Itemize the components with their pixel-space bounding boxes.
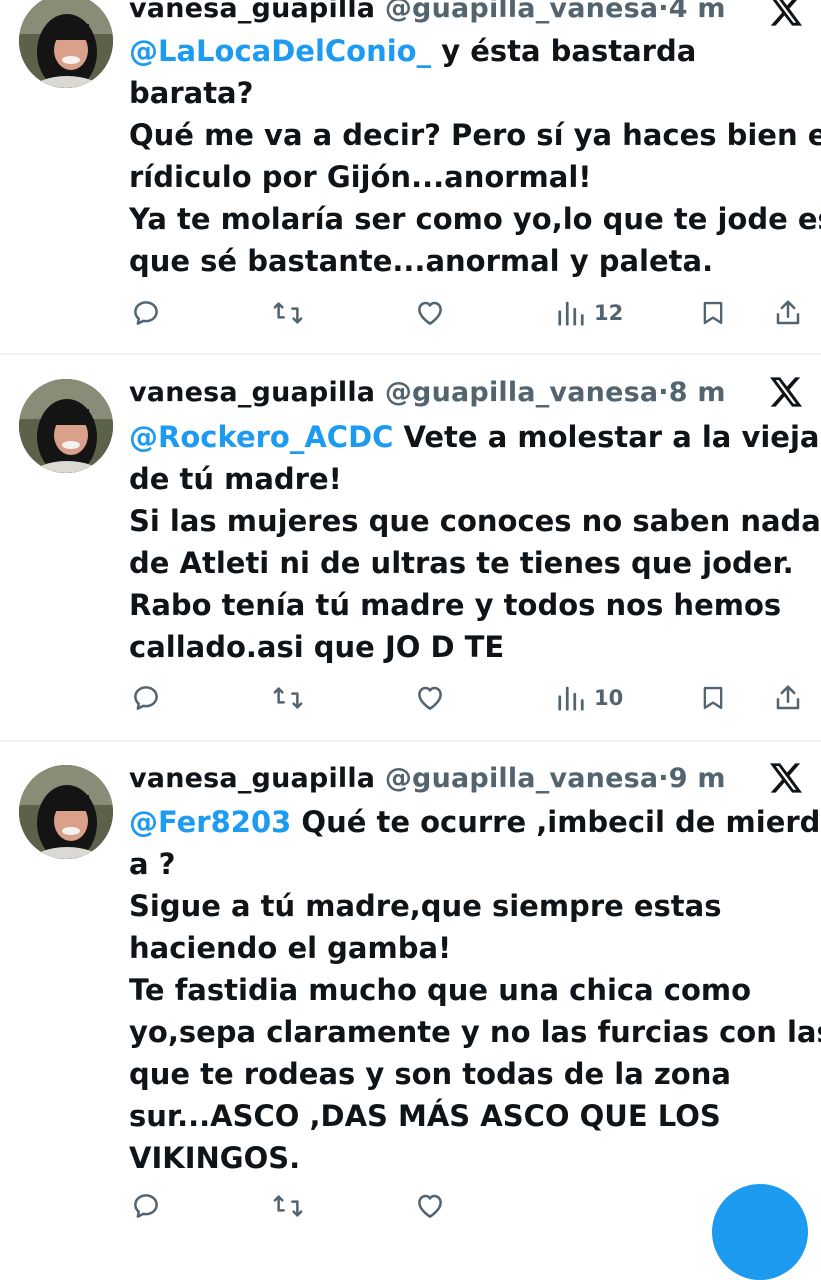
timestamp[interactable]: 4 m bbox=[669, 0, 726, 24]
retweet-button[interactable] bbox=[272, 680, 304, 716]
text-line: rídiculo por Gijón...anormal! bbox=[129, 160, 592, 194]
action-bar: 12 bbox=[0, 295, 821, 331]
text-line: de Atleti ni de ultras te tienes que jod… bbox=[129, 546, 794, 580]
text-line: de tú madre! bbox=[129, 462, 342, 496]
retweet-icon bbox=[273, 687, 303, 709]
reply-button[interactable] bbox=[131, 295, 161, 331]
text-line: Qué me va a decir? Pero sí ya haces bien… bbox=[129, 118, 821, 152]
separator-dot: · bbox=[658, 763, 669, 794]
user-handle[interactable]: @guapilla_vanesa bbox=[385, 0, 658, 24]
separator-dot: · bbox=[658, 377, 669, 408]
text-line: a ? bbox=[129, 847, 176, 881]
x-logo-icon bbox=[770, 763, 802, 793]
like-button[interactable] bbox=[414, 680, 446, 716]
tweet-header: vanesa_guapilla @guapilla_vanesa·8 m bbox=[129, 377, 726, 408]
reply-button[interactable] bbox=[131, 1188, 161, 1224]
user-handle[interactable]: @guapilla_vanesa bbox=[385, 377, 658, 408]
text-line: sur...ASCO ,DAS MÁS ASCO QUE LOS bbox=[129, 1099, 721, 1133]
x-logo-icon bbox=[770, 0, 802, 26]
action-bar: 10 bbox=[0, 680, 821, 716]
mention-link[interactable]: @LaLocaDelConio_ bbox=[129, 34, 431, 68]
text-line: Te fastidia mucho que una chica como bbox=[129, 973, 752, 1007]
compose-fab[interactable] bbox=[712, 1184, 808, 1280]
reply-icon bbox=[134, 301, 158, 325]
timestamp[interactable]: 8 m bbox=[669, 377, 726, 408]
heart-icon bbox=[418, 1194, 442, 1218]
tweet-text: @LaLocaDelConio_ y ésta bastarda barata?… bbox=[129, 30, 821, 282]
mention-link[interactable]: @Rockero_ACDC bbox=[129, 420, 393, 454]
tweet-header: vanesa_guapilla @guapilla_vanesa·9 m bbox=[129, 763, 726, 794]
display-name[interactable]: vanesa_guapilla bbox=[129, 377, 375, 408]
text-line: callado.asi que JO D TE bbox=[129, 630, 505, 664]
display-name[interactable]: vanesa_guapilla bbox=[129, 763, 375, 794]
share-icon bbox=[776, 685, 800, 710]
text-line: y ésta bastarda bbox=[431, 34, 697, 68]
retweet-button[interactable] bbox=[272, 1188, 304, 1224]
views-count: 12 bbox=[594, 301, 624, 325]
text-line: Si las mujeres que conoces no saben nada bbox=[129, 504, 821, 538]
tweet-text: @Rockero_ACDC Vete a molestar a la vieja… bbox=[129, 416, 821, 668]
display-name[interactable]: vanesa_guapilla bbox=[129, 0, 375, 24]
views-icon bbox=[558, 301, 584, 326]
x-logo-icon bbox=[770, 377, 802, 407]
avatar[interactable] bbox=[19, 0, 113, 88]
text-line: barata? bbox=[129, 76, 254, 110]
views-count: 10 bbox=[594, 686, 624, 710]
heart-icon bbox=[418, 686, 442, 710]
divider bbox=[0, 740, 821, 742]
avatar[interactable] bbox=[19, 379, 113, 473]
views-icon bbox=[558, 686, 584, 711]
bookmark-icon bbox=[703, 686, 723, 710]
tweet-header: vanesa_guapilla @guapilla_vanesa·4 m bbox=[129, 0, 726, 24]
like-button[interactable] bbox=[414, 295, 446, 331]
share-button[interactable] bbox=[773, 295, 803, 331]
action-bar bbox=[0, 1188, 821, 1224]
views-button[interactable]: 12 bbox=[556, 295, 623, 331]
reply-button[interactable] bbox=[131, 680, 161, 716]
views-button[interactable]: 10 bbox=[556, 680, 623, 716]
text-line: que te rodeas y son todas de la zona bbox=[129, 1057, 731, 1091]
bookmark-button[interactable] bbox=[699, 680, 727, 716]
separator-dot: · bbox=[658, 0, 669, 24]
text-line: VIKINGOS. bbox=[129, 1141, 301, 1175]
divider bbox=[0, 353, 821, 355]
reply-icon bbox=[134, 1194, 158, 1218]
text-line: haciendo el gamba! bbox=[129, 931, 452, 965]
text-line: Qué te ocurre ,imbecil de mierd bbox=[291, 805, 821, 839]
share-icon bbox=[776, 300, 800, 325]
mention-link[interactable]: @Fer8203 bbox=[129, 805, 291, 839]
text-line: yo,sepa claramente y no las furcias con … bbox=[129, 1015, 821, 1049]
text-line: que sé bastante...anormal y paleta. bbox=[129, 244, 714, 278]
text-line: Sigue a tú madre,que siempre estas bbox=[129, 889, 722, 923]
retweet-button[interactable] bbox=[272, 295, 304, 331]
retweet-icon bbox=[273, 302, 303, 324]
retweet-icon bbox=[273, 1195, 303, 1217]
bookmark-icon bbox=[703, 301, 723, 325]
reply-icon bbox=[134, 686, 158, 710]
text-line: Rabo tenía tú madre y todos nos hemos bbox=[129, 588, 782, 622]
heart-icon bbox=[418, 301, 442, 325]
text-line: Ya te molaría ser como yo,lo que te jode… bbox=[129, 202, 821, 236]
like-button[interactable] bbox=[414, 1188, 446, 1224]
tweet-text: @Fer8203 Qué te ocurre ,imbecil de mierd… bbox=[129, 801, 821, 1179]
text-line: Vete a molestar a la vieja bbox=[393, 420, 820, 454]
timestamp[interactable]: 9 m bbox=[669, 763, 726, 794]
avatar[interactable] bbox=[19, 765, 113, 859]
bookmark-button[interactable] bbox=[699, 295, 727, 331]
user-handle[interactable]: @guapilla_vanesa bbox=[385, 763, 658, 794]
share-button[interactable] bbox=[773, 680, 803, 716]
